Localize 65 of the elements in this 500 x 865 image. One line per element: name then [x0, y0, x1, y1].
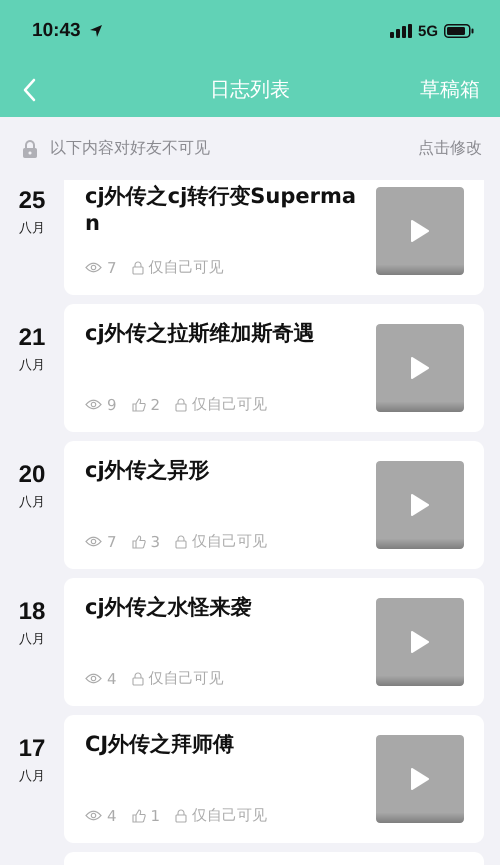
date-day: 21: [18, 324, 46, 352]
thumbs-up-icon: [132, 808, 146, 822]
diary-card[interactable]: cj外传之水怪来袭 4 仅自己可见: [64, 578, 484, 706]
video-thumbnail[interactable]: [376, 461, 464, 549]
privacy-label: 仅自己可见: [192, 806, 268, 825]
diary-title: cj外传之cj转行变Superman: [85, 183, 358, 238]
privacy-notice: 以下内容对好友不可见: [50, 138, 210, 159]
thumbs-up-icon: [132, 534, 146, 548]
view-count: 7: [107, 258, 117, 276]
network-label: 5G: [418, 22, 438, 40]
play-icon: [411, 768, 429, 790]
like-count: 3: [150, 532, 160, 550]
thumbs-up-icon: [132, 398, 146, 412]
eye-icon: [85, 262, 102, 273]
like-count: 2: [150, 396, 160, 414]
date-month: 八月: [19, 357, 45, 374]
lock-icon: [175, 808, 188, 822]
date-month: 八月: [19, 220, 45, 237]
view-count: 4: [107, 670, 117, 688]
lock-icon: [175, 398, 188, 412]
play-icon: [411, 220, 429, 242]
lock-icon: [175, 534, 188, 548]
video-thumbnail[interactable]: [376, 187, 464, 275]
date-day: 25: [18, 187, 46, 215]
video-thumbnail[interactable]: [376, 598, 464, 686]
date-month: 八月: [19, 768, 45, 785]
lock-icon: [22, 140, 38, 158]
diary-title: cj外传之水怪来袭: [85, 594, 253, 621]
view-count: 4: [107, 806, 117, 824]
play-icon: [411, 494, 429, 516]
status-time: 10:43: [32, 20, 81, 42]
signal-icon: [390, 24, 412, 38]
privacy-label: 仅自己可见: [192, 532, 268, 551]
date-month: 八月: [19, 631, 45, 648]
video-thumbnail[interactable]: [376, 735, 464, 823]
lock-icon: [132, 260, 144, 274]
play-icon: [411, 631, 429, 653]
diary-card[interactable]: CJ外传之拜师傅 4 1 仅自己可见: [64, 715, 484, 843]
eye-icon: [85, 673, 102, 684]
privacy-label: 仅自己可见: [192, 395, 268, 414]
privacy-label: 仅自己可见: [148, 669, 224, 688]
location-arrow-icon: [88, 24, 103, 38]
diary-card[interactable]: cj外传之cj转行变Superman 7 仅自己可见: [64, 180, 484, 295]
diary-title: cj外传之拉斯维加斯奇遇: [85, 320, 316, 347]
diary-card[interactable]: cj外传之异形 7 3 仅自己可见: [64, 441, 484, 569]
eye-icon: [85, 399, 102, 410]
date-day: 18: [18, 598, 46, 626]
battery-icon: [444, 24, 474, 38]
date-day: 17: [18, 735, 46, 763]
lock-icon: [132, 672, 144, 686]
video-thumbnail[interactable]: [376, 324, 464, 412]
page-title: 日志列表: [210, 76, 290, 103]
back-icon: [22, 78, 36, 102]
diary-title: cj外传之异形: [85, 457, 211, 484]
diary-title: CJ外传之拜师傅: [85, 731, 236, 758]
view-count: 9: [107, 396, 117, 414]
eye-icon: [85, 536, 102, 547]
date-day: 20: [18, 461, 46, 489]
play-icon: [411, 357, 429, 379]
like-count: 1: [150, 806, 160, 824]
diary-card[interactable]: cj外传之拉斯维加斯奇遇 9 2 仅自己可见: [64, 304, 484, 432]
view-count: 7: [107, 532, 117, 550]
date-month: 八月: [19, 494, 45, 511]
privacy-label: 仅自己可见: [148, 258, 224, 277]
eye-icon: [85, 810, 102, 821]
